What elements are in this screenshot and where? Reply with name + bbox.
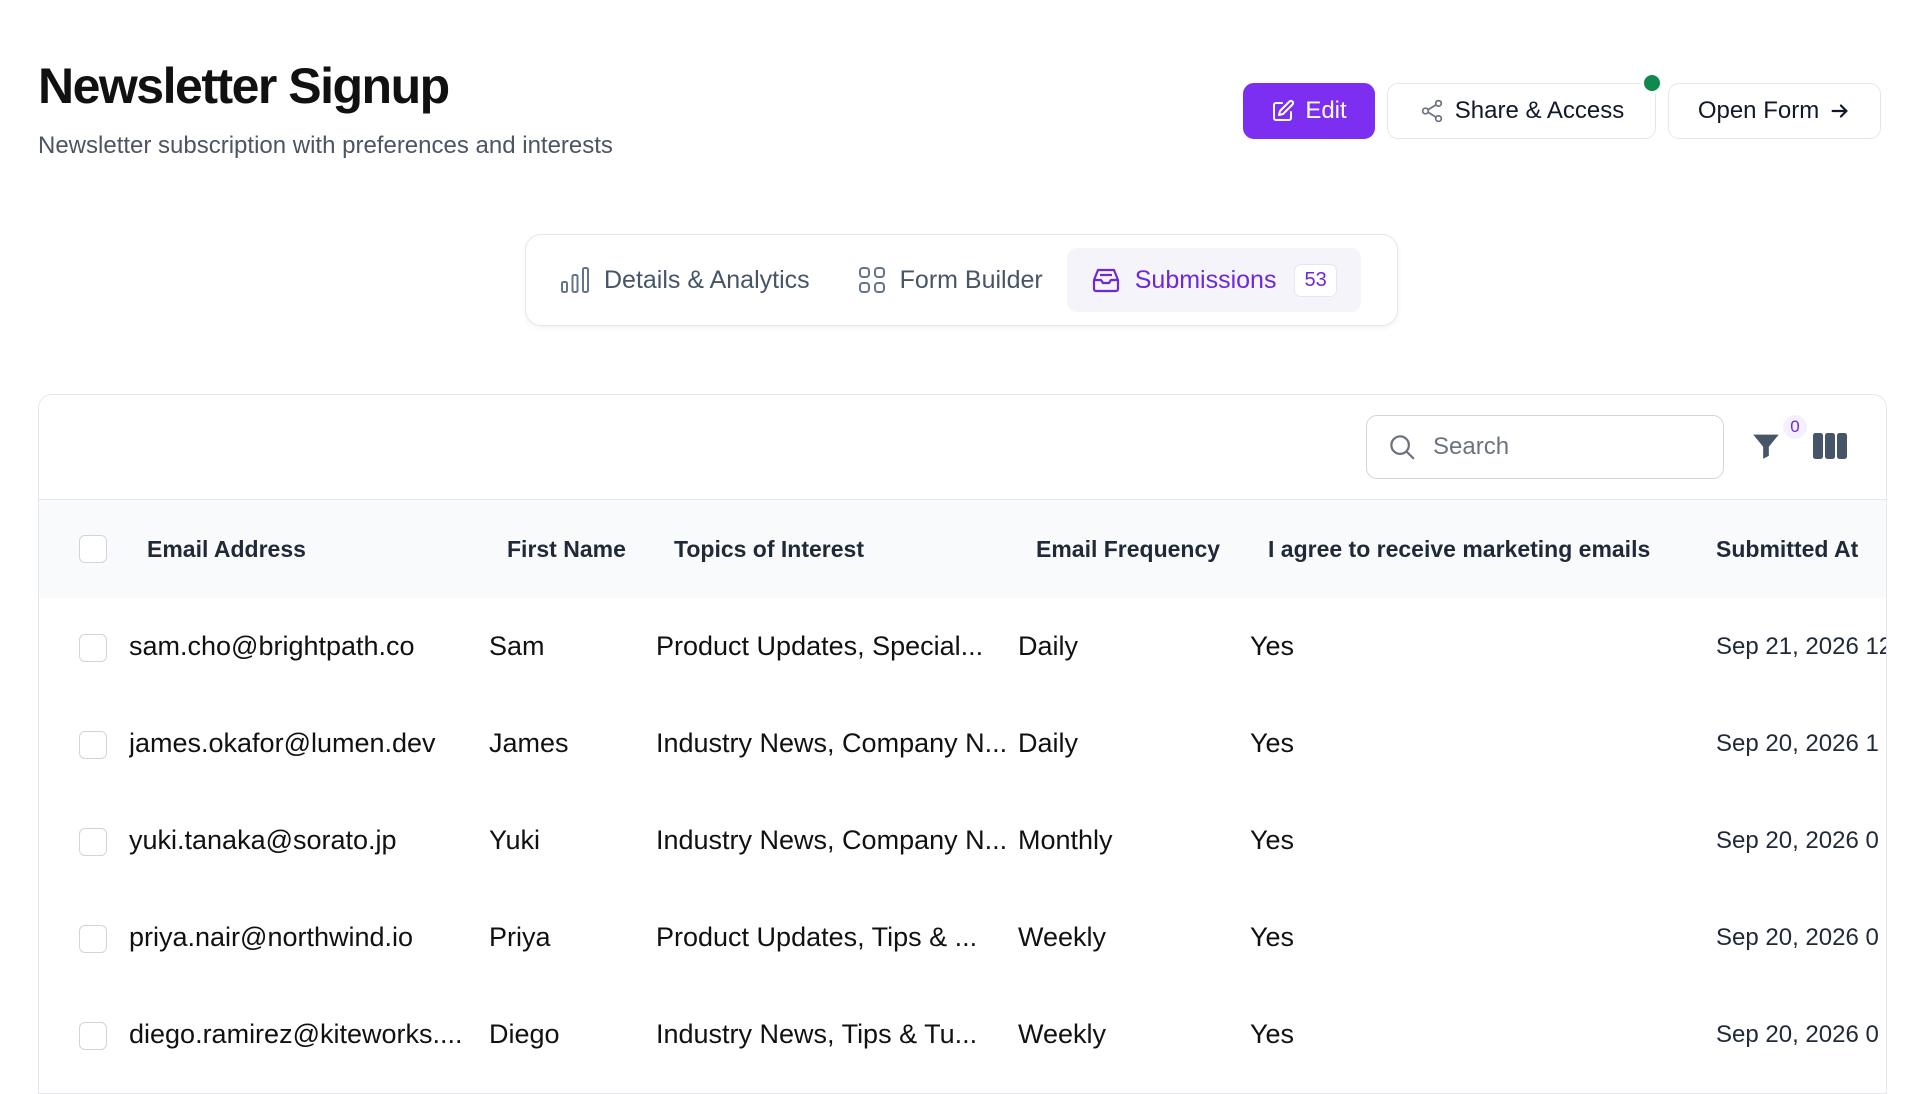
cell-consent: Yes [1250,728,1295,758]
cell-email: sam.cho@brightpath.co [129,631,415,661]
search-box [1366,415,1724,479]
cell-submitted-at: Sep 20, 2026 0 [1716,1020,1879,1048]
cell-email: james.okafor@lumen.dev [129,728,436,758]
cell-first-name: Diego [489,1019,560,1049]
table-header-row: Email Address First Name Topics of Inter… [39,500,1886,598]
row-checkbox[interactable] [79,924,107,953]
tab-submissions[interactable]: Submissions 53 [1066,248,1361,312]
search-input[interactable] [1431,432,1695,462]
table-row[interactable]: diego.ramirez@kiteworks.... Diego Indust… [39,986,1886,1083]
cell-topics: Industry News, Company N... [656,825,1008,855]
cell-first-name: Yuki [489,825,541,855]
tab-details-analytics[interactable]: Details & Analytics [536,248,834,312]
share-access-button[interactable]: Share & Access [1387,72,1663,139]
cell-consent: Yes [1250,922,1295,952]
table-row[interactable]: yuki.tanaka@sorato.jp Yuki Industry News… [39,792,1886,889]
cell-frequency: Monthly [1018,825,1113,855]
cell-email: priya.nair@northwind.io [129,922,414,952]
filter-button[interactable] [1749,429,1789,469]
columns-button[interactable] [1813,433,1847,463]
tab-form-builder[interactable]: Form Builder [834,248,1067,312]
submissions-panel: 0 Email Address First Name Topics of Int… [38,394,1887,1094]
cell-email: yuki.tanaka@sorato.jp [129,825,397,855]
bar-chart-icon [560,266,590,294]
inbox-icon [1091,266,1121,294]
tab-form-builder-label: Form Builder [899,265,1043,294]
search-icon [1387,432,1417,462]
arrow-right-icon [1829,100,1851,122]
row-checkbox[interactable] [79,1021,107,1050]
columns-icon [1813,433,1847,459]
cell-topics: Product Updates, Tips & ... [656,922,978,952]
submissions-count-badge: 53 [1294,263,1337,297]
page-header: Newsletter Signup Newsletter subscriptio… [38,56,613,160]
column-header-first-name[interactable]: First Name [489,536,626,562]
filter-count-badge: 0 [1783,415,1807,439]
submissions-table: Email Address First Name Topics of Inter… [39,500,1887,1083]
cell-submitted-at: Sep 20, 2026 0 [1716,826,1879,854]
cell-consent: Yes [1250,631,1295,661]
column-header-email[interactable]: Email Address [129,536,306,562]
status-indicator-dot [1641,72,1663,94]
row-checkbox[interactable] [79,730,107,759]
column-header-submitted-at[interactable]: Submitted At [1716,536,1858,562]
cell-frequency: Weekly [1018,922,1107,952]
edit-button[interactable]: Edit [1243,83,1375,139]
table-row[interactable]: james.okafor@lumen.dev James Industry Ne… [39,695,1886,792]
share-access-label: Share & Access [1454,97,1625,124]
select-all-checkbox[interactable] [79,535,107,564]
cell-topics: Industry News, Tips & Tu... [656,1019,978,1049]
cell-consent: Yes [1250,825,1295,855]
edit-button-label: Edit [1305,97,1347,124]
cell-submitted-at: Sep 20, 2026 0 [1716,923,1879,951]
row-checkbox[interactable] [79,633,107,662]
column-header-topics[interactable]: Topics of Interest [656,536,864,562]
cell-first-name: Sam [489,631,545,661]
edit-icon [1271,99,1295,123]
tab-bar: Details & Analytics Form Builder Submiss… [525,234,1398,326]
grid-icon [858,266,886,294]
page-subtitle: Newsletter subscription with preferences… [38,132,613,159]
tab-details-analytics-label: Details & Analytics [604,265,810,294]
table-row[interactable]: priya.nair@northwind.io Priya Product Up… [39,889,1886,986]
page-title: Newsletter Signup [38,58,450,114]
cell-topics: Industry News, Company N... [656,728,1008,758]
cell-frequency: Weekly [1018,1019,1107,1049]
cell-first-name: Priya [489,922,551,952]
open-form-label: Open Form [1697,97,1820,124]
cell-frequency: Daily [1018,728,1079,758]
cell-first-name: James [489,728,569,758]
open-form-button[interactable]: Open Form [1668,83,1881,139]
cell-consent: Yes [1250,1019,1295,1049]
filter-icon [1749,429,1789,463]
cell-topics: Product Updates, Special... [656,631,984,661]
cell-frequency: Daily [1018,631,1079,661]
column-header-frequency[interactable]: Email Frequency [1018,536,1220,562]
table-row[interactable]: sam.cho@brightpath.co Sam Product Update… [39,598,1887,695]
header-actions: Edit Share & Access Open Form [1243,72,1881,139]
row-checkbox[interactable] [79,827,107,856]
share-icon [1419,98,1445,124]
table-toolbar: 0 [39,395,1886,500]
cell-submitted-at: Sep 21, 2026 12 [1716,632,1887,660]
cell-email: diego.ramirez@kiteworks.... [129,1019,463,1049]
cell-submitted-at: Sep 20, 2026 1 [1716,729,1879,757]
column-header-consent[interactable]: I agree to receive marketing emails [1250,536,1650,562]
tab-submissions-label: Submissions [1134,265,1277,294]
